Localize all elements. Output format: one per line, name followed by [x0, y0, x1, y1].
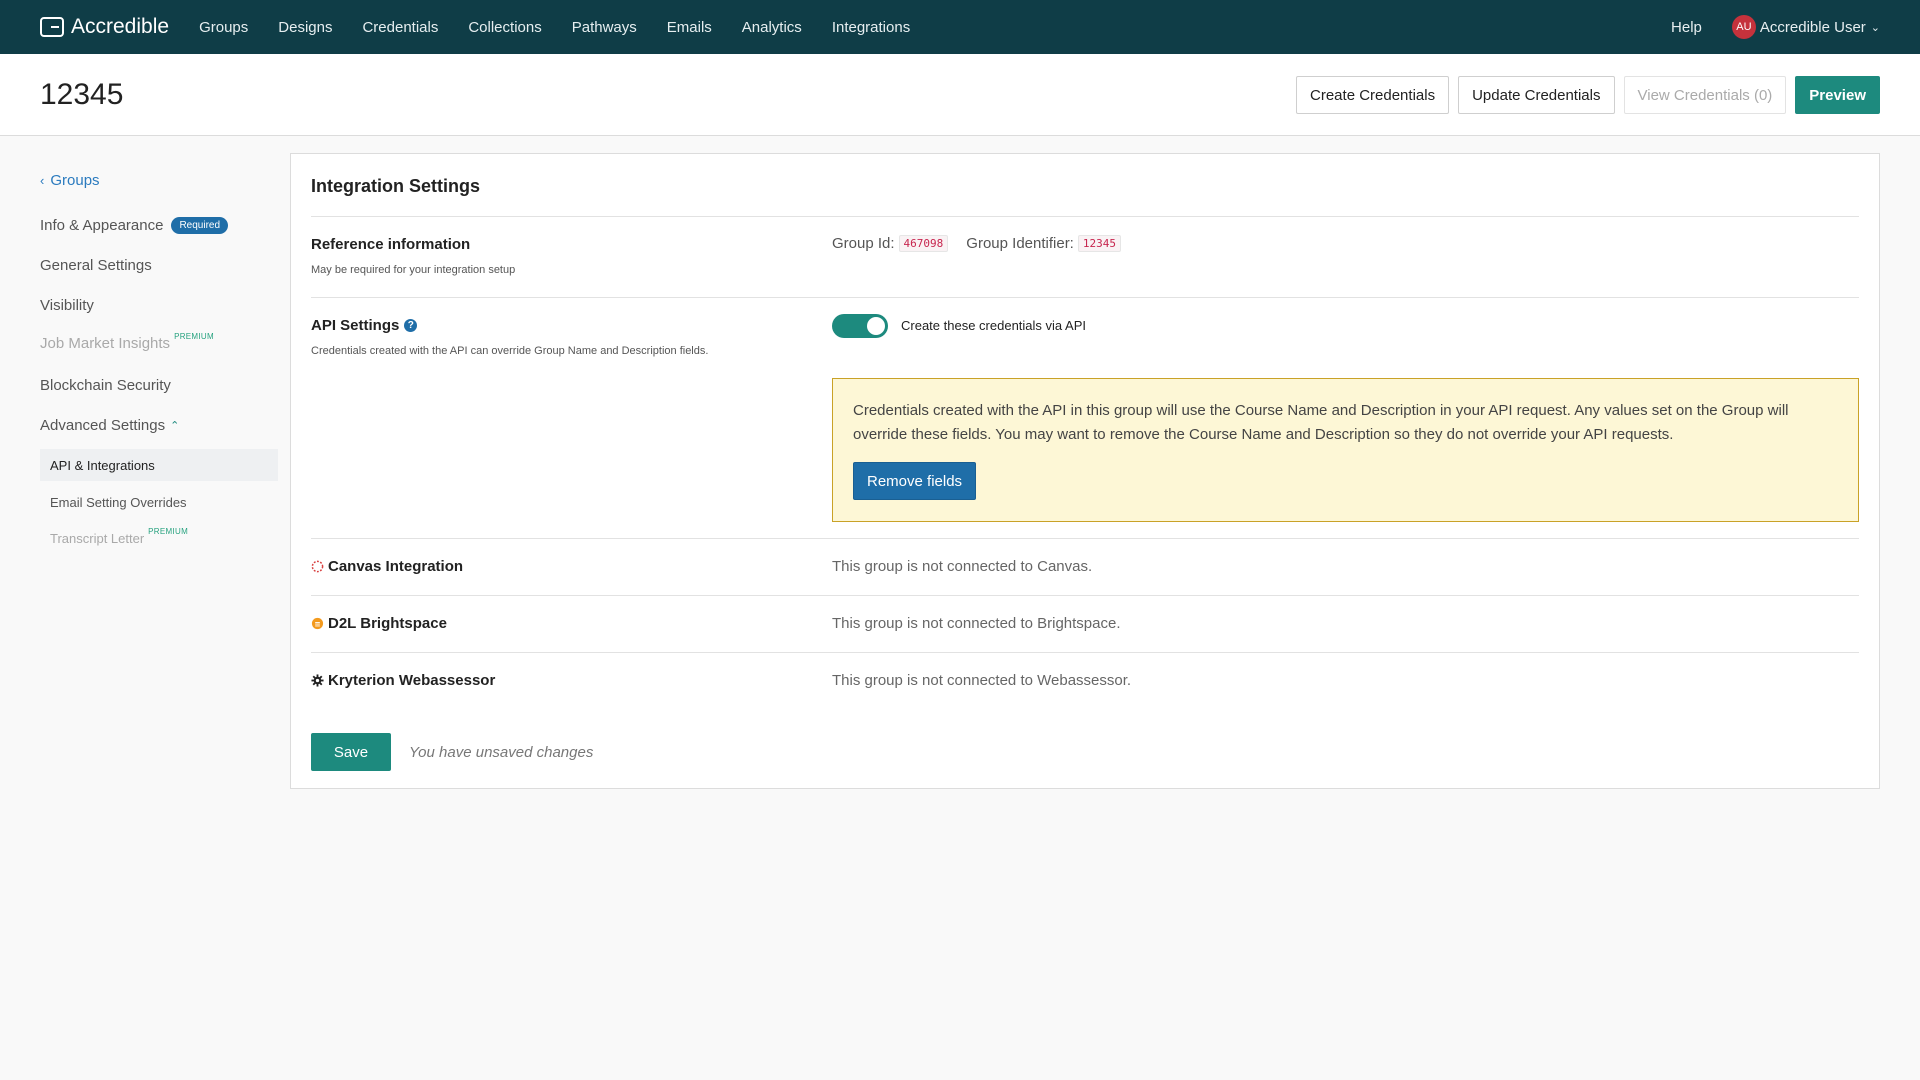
notice-text: Credentials created with the API in this… — [853, 402, 1789, 443]
accredible-logo-icon — [40, 17, 64, 37]
update-credentials-button[interactable]: Update Credentials — [1458, 76, 1615, 114]
integration-name: D2L Brightspace — [328, 615, 447, 632]
premium-tag: PREMIUM — [174, 332, 214, 341]
brand-name: Accredible — [71, 15, 170, 38]
chevron-left-icon: ‹ — [40, 173, 45, 188]
nav-link-collections[interactable]: Collections — [468, 19, 541, 36]
divider — [311, 297, 1859, 298]
sidebar-subitem-transcript-letter[interactable]: Transcript Letter PREMIUM — [40, 522, 278, 554]
sidebar-subitem-email-setting-overrides[interactable]: Email Setting Overrides — [40, 486, 278, 518]
sidebar-subitem-api-integrations[interactable]: API & Integrations — [40, 449, 278, 481]
toggle-knob — [867, 317, 885, 335]
sidebar-item-general-settings[interactable]: General Settings — [40, 257, 152, 274]
brand-logo[interactable]: Accredible — [40, 15, 169, 39]
divider — [311, 652, 1859, 653]
nav-link-emails[interactable]: Emails — [667, 19, 712, 36]
back-to-groups-link[interactable]: ‹ Groups — [40, 172, 100, 189]
group-identifier-label: Group Identifier: — [966, 235, 1074, 252]
sidebar-item-label: Blockchain Security — [40, 377, 171, 394]
nav-link-groups[interactable]: Groups — [199, 19, 248, 36]
nav-links: Groups Designs Credentials Collections P… — [199, 19, 940, 36]
chevron-up-icon: ⌃ — [170, 420, 180, 432]
group-identifier-value: 12345 — [1077, 235, 1121, 252]
sidebar-item-job-market-insights[interactable]: Job Market Insights PREMIUM — [40, 332, 214, 352]
sidebar-item-label: General Settings — [40, 257, 152, 274]
remove-fields-button[interactable]: Remove fields — [853, 462, 977, 500]
sidebar-item-visibility[interactable]: Visibility — [40, 297, 94, 314]
kryterion-status: This group is not connected to Webassess… — [832, 672, 1132, 689]
help-icon[interactable]: ? — [404, 319, 418, 332]
integration-name: Canvas Integration — [328, 558, 464, 575]
nav-right: Help AU Accredible User ⌄ — [1671, 15, 1880, 39]
nav-link-integrations[interactable]: Integrations — [832, 19, 910, 36]
avatar[interactable]: AU — [1731, 15, 1756, 39]
nav-link-credentials[interactable]: Credentials — [362, 19, 438, 36]
card-title: Integration Settings — [311, 176, 481, 196]
api-settings-subtitle: Credentials created with the API can ove… — [311, 345, 709, 357]
gear-icon — [311, 674, 324, 687]
create-credentials-button[interactable]: Create Credentials — [1296, 76, 1450, 114]
sidebar-subitem-label: API & Integrations — [50, 457, 155, 473]
sidebar-item-label: Advanced Settings — [40, 417, 166, 434]
group-id-label: Group Id: — [832, 235, 895, 252]
save-button[interactable]: Save — [311, 733, 391, 771]
api-settings-title: API Settings ? — [311, 317, 418, 334]
d2l-status: This group is not connected to Brightspa… — [832, 615, 1121, 632]
api-toggle-label: Create these credentials via API — [901, 318, 1086, 333]
reference-info-subtitle: May be required for your integration set… — [311, 264, 516, 276]
nav-link-pathways[interactable]: Pathways — [572, 19, 637, 36]
view-credentials-button[interactable]: View Credentials (0) — [1623, 76, 1787, 114]
sidebar-item-advanced-settings[interactable]: Advanced Settings ⌃ — [40, 417, 179, 434]
sidebar-subitem-label: Email Setting Overrides — [50, 494, 187, 510]
preview-button[interactable]: Preview — [1795, 76, 1880, 114]
sidebar-item-label: Info & Appearance — [40, 217, 164, 234]
user-menu[interactable]: Accredible User — [1760, 19, 1866, 36]
chevron-down-icon[interactable]: ⌄ — [1871, 21, 1880, 34]
back-link-label: Groups — [50, 172, 100, 189]
kryterion-integration-title: Kryterion Webassessor — [311, 672, 495, 689]
api-notice: Credentials created with the API in this… — [832, 378, 1859, 522]
integration-settings-card: Integration Settings Reference informati… — [290, 153, 1880, 789]
nav-link-analytics[interactable]: Analytics — [742, 19, 802, 36]
sidebar-subitem-label: Transcript Letter — [50, 530, 145, 546]
help-link[interactable]: Help — [1671, 19, 1702, 36]
reference-info-title: Reference information — [311, 236, 471, 253]
page-header: 12345 Create Credentials Update Credenti… — [0, 54, 1920, 136]
d2l-integration-title: ≡ D2L Brightspace — [311, 615, 447, 632]
divider — [311, 216, 1859, 217]
sidebar-item-label: Job Market Insights — [40, 335, 171, 352]
reference-values: Group Id: 467098 Group Identifier: 12345 — [832, 235, 1121, 252]
api-settings-label: API Settings — [311, 317, 400, 334]
sidebar-item-label: Visibility — [40, 297, 94, 314]
divider — [311, 595, 1859, 596]
sidebar-item-blockchain-security[interactable]: Blockchain Security — [40, 377, 171, 394]
integration-name: Kryterion Webassessor — [328, 672, 496, 689]
canvas-integration-title: Canvas Integration — [311, 558, 463, 575]
svg-text:≡: ≡ — [314, 619, 320, 628]
header-actions: Create Credentials Update Credentials Vi… — [1296, 76, 1880, 114]
page-title: 12345 — [40, 78, 124, 111]
divider — [311, 538, 1859, 539]
api-toggle[interactable] — [832, 314, 888, 338]
canvas-icon — [311, 560, 324, 573]
group-id-value: 467098 — [898, 235, 949, 252]
nav-link-designs[interactable]: Designs — [278, 19, 332, 36]
d2l-icon: ≡ — [311, 617, 324, 630]
sidebar-item-info-appearance[interactable]: Info & Appearance Required — [40, 217, 229, 234]
canvas-status: This group is not connected to Canvas. — [832, 558, 1093, 575]
top-nav: Accredible Groups Designs Credentials Co… — [0, 0, 1920, 54]
unsaved-changes-text: You have unsaved changes — [409, 744, 594, 761]
premium-tag: PREMIUM — [148, 526, 189, 536]
required-badge: Required — [171, 217, 229, 234]
